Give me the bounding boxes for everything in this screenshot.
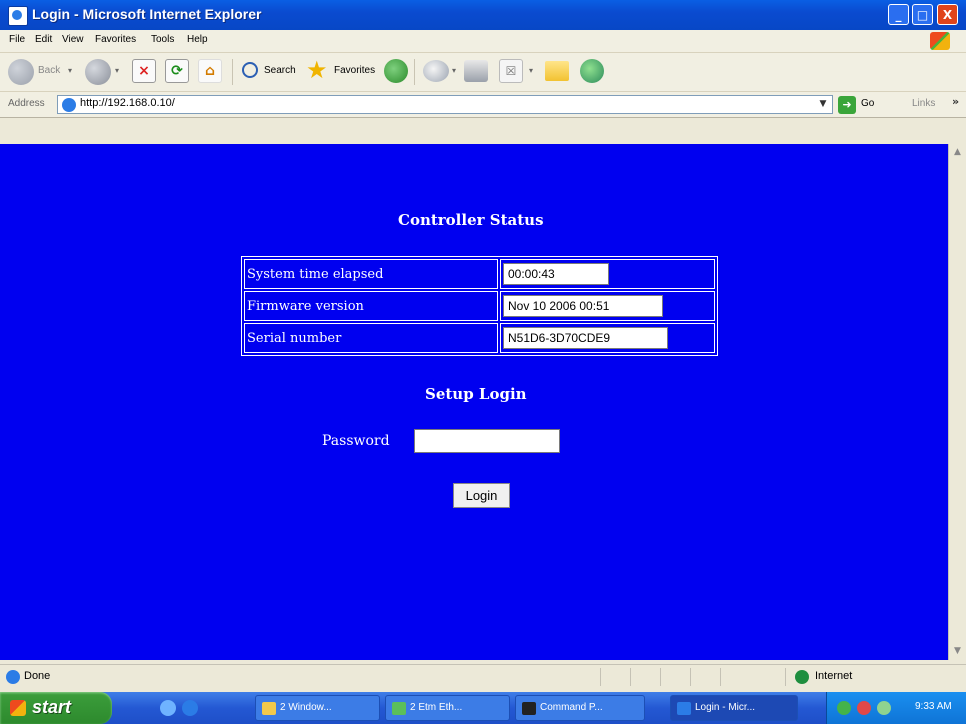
page-content: Controller Status System time elapsed 00…: [0, 144, 948, 660]
edit-icon[interactable]: ☒: [499, 59, 523, 83]
system-tray: 9:33 AM: [826, 692, 966, 724]
messenger-icon[interactable]: [580, 59, 604, 83]
messenger-tray-icon[interactable]: [877, 701, 891, 715]
table-row: Serial number N51D6-3D70CDE9: [244, 323, 715, 353]
setup-login-heading: Setup Login: [425, 385, 527, 403]
close-button[interactable]: X: [937, 4, 958, 25]
links-label[interactable]: Links: [912, 98, 935, 109]
favorites-star-icon[interactable]: ★: [306, 57, 328, 83]
status-divider: [600, 668, 601, 686]
clock: 9:33 AM: [915, 701, 952, 712]
row-label: Firmware version: [244, 291, 498, 321]
password-label: Password: [322, 433, 390, 449]
network-tray-icon[interactable]: [837, 701, 851, 715]
windows-logo-icon: [930, 32, 950, 50]
start-button[interactable]: start: [0, 692, 112, 724]
refresh-icon[interactable]: ⟳: [165, 59, 189, 83]
app-icon: [392, 702, 406, 715]
back-arrow-icon[interactable]: [8, 59, 34, 85]
taskbar-button-command-prompt[interactable]: Command P...: [515, 695, 645, 721]
task-label: 2 Window...: [280, 702, 332, 713]
search-label[interactable]: Search: [264, 65, 296, 76]
status-divider: [690, 668, 691, 686]
console-icon: [522, 702, 536, 715]
quicklaunch-desktop-icon[interactable]: [160, 700, 176, 716]
status-table: System time elapsed 00:00:43 Firmware ve…: [241, 256, 718, 356]
menu-tools[interactable]: Tools: [151, 34, 174, 45]
forward-dropdown-icon[interactable]: ▾: [115, 66, 119, 75]
forward-arrow-icon[interactable]: [85, 59, 111, 85]
task-label: Login - Micr...: [695, 702, 756, 713]
window-title: Login - Microsoft Internet Explorer: [32, 6, 262, 22]
task-label: 2 Etm Eth...: [410, 702, 463, 713]
ie-icon: [677, 702, 691, 715]
toolbar-separator: [414, 59, 415, 85]
zone-text: Internet: [815, 670, 853, 682]
print-icon[interactable]: [464, 60, 488, 82]
menu-view[interactable]: View: [62, 34, 84, 45]
quicklaunch-ie-icon[interactable]: [182, 700, 198, 716]
folder-icon: [262, 702, 276, 715]
address-label: Address: [8, 98, 45, 109]
taskbar: start 2 Window... 2 Etm Eth... Command P…: [0, 692, 966, 724]
status-text: Done: [24, 670, 51, 682]
stop-icon[interactable]: ×: [132, 59, 156, 83]
status-divider: [630, 668, 631, 686]
controller-status-heading: Controller Status: [398, 211, 544, 229]
mail-dropdown-icon[interactable]: ▾: [452, 66, 456, 75]
menu-help[interactable]: Help: [187, 34, 208, 45]
discuss-folder-icon[interactable]: [545, 61, 569, 81]
page-done-icon: [6, 670, 20, 684]
title-bar[interactable]: Login - Microsoft Internet Explorer _ □ …: [0, 0, 966, 30]
task-label: Command P...: [540, 702, 603, 713]
menu-file[interactable]: File: [9, 34, 25, 45]
internet-zone-icon: [795, 670, 809, 684]
go-arrow-icon[interactable]: ➜: [838, 96, 856, 114]
serial-number-value: N51D6-3D70CDE9: [503, 327, 668, 349]
menu-favorites[interactable]: Favorites: [95, 34, 136, 45]
scroll-up-icon[interactable]: ▲: [949, 144, 966, 161]
table-row: Firmware version Nov 10 2006 00:51: [244, 291, 715, 321]
history-icon[interactable]: [384, 59, 408, 83]
password-input[interactable]: [414, 429, 560, 453]
taskbar-button-windows[interactable]: 2 Window...: [255, 695, 380, 721]
go-button[interactable]: Go: [861, 98, 874, 109]
scroll-down-icon[interactable]: ▼: [949, 643, 966, 660]
edit-dropdown-icon[interactable]: ▾: [529, 66, 533, 75]
ie-page-icon: [8, 6, 28, 26]
status-divider: [660, 668, 661, 686]
minimize-button[interactable]: _: [888, 4, 909, 25]
row-label: System time elapsed: [244, 259, 498, 289]
time-elapsed-value: 00:00:43: [503, 263, 609, 285]
toolbar: Back ▾ ▾ × ⟳ ⌂ Search ★ Favorites ▾ ☒ ▾: [0, 53, 966, 92]
status-divider: [720, 668, 721, 686]
links-chevron-icon[interactable]: »: [952, 95, 959, 108]
login-button[interactable]: Login: [453, 483, 510, 508]
vertical-scrollbar[interactable]: ▲ ▼: [948, 144, 966, 660]
taskbar-button-login[interactable]: Login - Micr...: [670, 695, 798, 721]
toolbar-separator: [232, 59, 233, 85]
address-bar: Address ▼ ➜ Go Links »: [0, 92, 966, 118]
table-row: System time elapsed 00:00:43: [244, 259, 715, 289]
favorites-label[interactable]: Favorites: [334, 65, 375, 76]
status-divider: [785, 668, 786, 686]
address-input[interactable]: [80, 97, 780, 109]
security-tray-icon[interactable]: [857, 701, 871, 715]
home-icon[interactable]: ⌂: [198, 59, 222, 83]
page-icon: [62, 98, 76, 112]
row-label: Serial number: [244, 323, 498, 353]
start-label: start: [32, 697, 72, 717]
status-bar: Done Internet: [0, 664, 966, 689]
menu-edit[interactable]: Edit: [35, 34, 52, 45]
firmware-version-value: Nov 10 2006 00:51: [503, 295, 663, 317]
mail-icon[interactable]: [423, 60, 449, 82]
back-dropdown-icon[interactable]: ▾: [68, 66, 72, 75]
search-icon[interactable]: [242, 62, 258, 78]
windows-flag-icon: [10, 700, 26, 716]
address-dropdown-icon[interactable]: ▼: [815, 96, 831, 113]
back-label[interactable]: Back: [38, 65, 60, 76]
maximize-button[interactable]: □: [912, 4, 933, 25]
menu-bar: File Edit View Favorites Tools Help: [0, 30, 966, 53]
taskbar-button-etm[interactable]: 2 Etm Eth...: [385, 695, 510, 721]
